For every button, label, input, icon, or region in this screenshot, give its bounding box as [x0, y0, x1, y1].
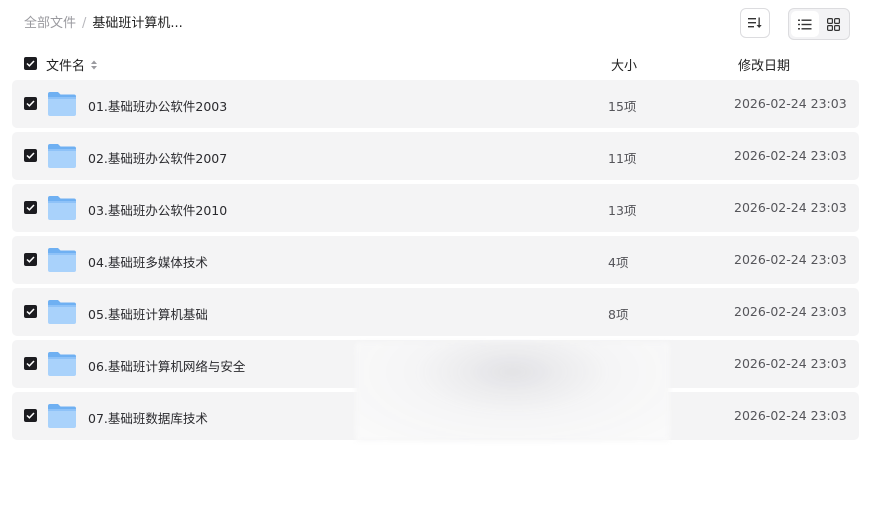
check-icon	[26, 152, 35, 159]
list-view-button[interactable]	[791, 11, 819, 37]
column-header-modified[interactable]: 修改日期	[738, 55, 790, 74]
file-name[interactable]: 07.基础班数据库技术	[88, 408, 208, 427]
file-modified-date: 2026-02-24 23:03	[734, 200, 847, 215]
breadcrumb-root-link[interactable]: 全部文件	[24, 15, 76, 33]
breadcrumb: 全部文件 / 基础班计算机...	[24, 15, 183, 33]
sort-caret-icon	[91, 60, 98, 69]
sort-button[interactable]	[740, 8, 770, 38]
row-checkbox[interactable]	[24, 149, 37, 162]
file-modified-date: 2026-02-24 23:03	[734, 356, 847, 371]
row-checkbox[interactable]	[24, 409, 37, 422]
file-size: 8项	[608, 307, 629, 322]
file-name[interactable]: 01.基础班办公软件2003	[88, 96, 227, 115]
list-view-icon	[798, 19, 812, 29]
row-checkbox[interactable]	[24, 357, 37, 370]
file-modified-date: 2026-02-24 23:03	[734, 408, 847, 423]
select-all-checkbox[interactable]	[24, 57, 37, 70]
folder-icon	[48, 352, 76, 376]
column-header-size[interactable]: 大小	[611, 55, 637, 74]
sort-icon	[748, 17, 762, 28]
file-size: 4项	[608, 255, 629, 270]
folder-icon	[48, 248, 76, 272]
grid-view-icon	[826, 17, 840, 31]
check-icon	[26, 204, 35, 211]
loading-overlay	[355, 342, 670, 442]
check-icon	[26, 60, 35, 67]
check-icon	[26, 412, 35, 419]
file-name[interactable]: 04.基础班多媒体技术	[88, 252, 208, 271]
file-name[interactable]: 05.基础班计算机基础	[88, 304, 208, 323]
row-checkbox[interactable]	[24, 253, 37, 266]
file-name[interactable]: 06.基础班计算机网络与安全	[88, 356, 245, 375]
breadcrumb-separator: /	[82, 16, 87, 31]
file-name[interactable]: 02.基础班办公软件2007	[88, 148, 227, 167]
column-header-name-label: 文件名	[46, 59, 86, 74]
file-modified-date: 2026-02-24 23:03	[734, 304, 847, 319]
list-item[interactable]: 02.基础班办公软件2007 11项 2026-02-24 23:03	[12, 132, 859, 180]
check-icon	[26, 360, 35, 367]
file-size: 11项	[608, 151, 637, 166]
folder-icon	[48, 92, 76, 116]
grid-view-button[interactable]	[819, 11, 847, 37]
file-browser: 全部文件 / 基础班计算机... 文件名 大小 修改日期 01.基础班办公软件2…	[0, 0, 874, 514]
folder-icon	[48, 404, 76, 428]
top-bar: 全部文件 / 基础班计算机...	[0, 0, 874, 48]
file-modified-date: 2026-02-24 23:03	[734, 96, 847, 111]
folder-icon	[48, 144, 76, 168]
file-size: 13项	[608, 203, 637, 218]
folder-icon	[48, 196, 76, 220]
list-item[interactable]: 05.基础班计算机基础 8项 2026-02-24 23:03	[12, 288, 859, 336]
list-item[interactable]: 01.基础班办公软件2003 15项 2026-02-24 23:03	[12, 80, 859, 128]
check-icon	[26, 100, 35, 107]
check-icon	[26, 256, 35, 263]
file-modified-date: 2026-02-24 23:03	[734, 148, 847, 163]
view-toggle	[788, 8, 850, 40]
row-checkbox[interactable]	[24, 201, 37, 214]
folder-icon	[48, 300, 76, 324]
check-icon	[26, 308, 35, 315]
row-checkbox[interactable]	[24, 305, 37, 318]
list-item[interactable]: 03.基础班办公软件2010 13项 2026-02-24 23:03	[12, 184, 859, 232]
file-modified-date: 2026-02-24 23:03	[734, 252, 847, 267]
table-header: 文件名 大小 修改日期	[12, 52, 859, 76]
breadcrumb-current: 基础班计算机...	[92, 16, 183, 31]
row-checkbox[interactable]	[24, 97, 37, 110]
list-item[interactable]: 04.基础班多媒体技术 4项 2026-02-24 23:03	[12, 236, 859, 284]
file-size: 15项	[608, 99, 637, 114]
file-name[interactable]: 03.基础班办公软件2010	[88, 200, 227, 219]
column-header-name[interactable]: 文件名	[46, 55, 98, 74]
